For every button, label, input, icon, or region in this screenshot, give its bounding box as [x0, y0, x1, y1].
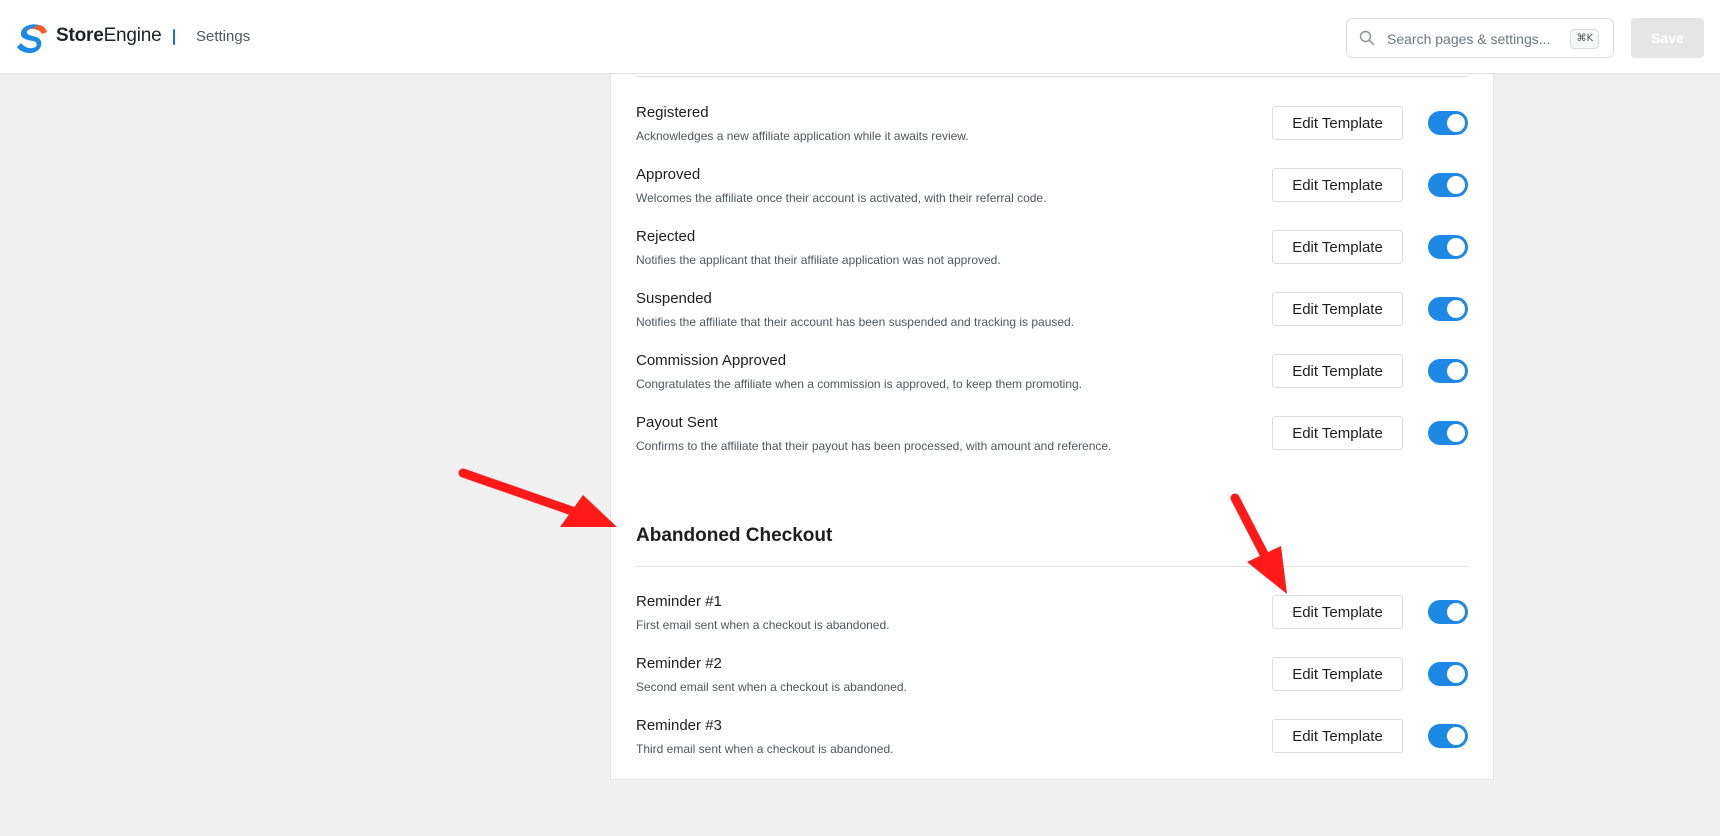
- email-description: Notifies the affiliate that their accoun…: [636, 315, 1075, 329]
- email-description: Third email sent when a checkout is aban…: [636, 742, 894, 756]
- enable-toggle[interactable]: [1428, 600, 1468, 624]
- save-button[interactable]: Save: [1631, 18, 1704, 58]
- edit-template-button[interactable]: Edit Template: [1272, 719, 1403, 753]
- toggle-knob: [1447, 300, 1465, 318]
- brand-separator: [173, 29, 175, 45]
- enable-toggle[interactable]: [1428, 359, 1468, 383]
- email-title: Suspended: [636, 290, 712, 307]
- edit-template-button[interactable]: Edit Template: [1272, 168, 1403, 202]
- email-row-rejected: Rejected Notifies the applicant that the…: [636, 228, 1468, 276]
- top-bar: StoreEngine Settings ⌘K Save: [0, 0, 1720, 74]
- brand-name-regular: Engine: [103, 25, 162, 46]
- toggle-knob: [1447, 238, 1465, 256]
- arrow-annotation-icon: [458, 468, 617, 527]
- enable-toggle[interactable]: [1428, 235, 1468, 259]
- enable-toggle[interactable]: [1428, 297, 1468, 321]
- email-row-payout-sent: Payout Sent Confirms to the affiliate th…: [636, 414, 1468, 462]
- email-title: Approved: [636, 166, 701, 183]
- enable-toggle[interactable]: [1428, 724, 1468, 748]
- brand-name-bold: Store: [56, 25, 104, 46]
- brand-name: StoreEngine: [56, 25, 162, 47]
- search-shortcut-badge: ⌘K: [1570, 29, 1599, 49]
- email-description: Second email sent when a checkout is aba…: [636, 680, 907, 694]
- search-box[interactable]: ⌘K: [1346, 18, 1614, 58]
- toggle-knob: [1447, 424, 1465, 442]
- email-row-suspended: Suspended Notifies the affiliate that th…: [636, 290, 1468, 338]
- edit-template-button[interactable]: Edit Template: [1272, 354, 1403, 388]
- top-divider: [636, 76, 1468, 77]
- email-description: Acknowledges a new affiliate application…: [636, 129, 969, 143]
- email-row-reminder-3: Reminder #3 Third email sent when a chec…: [636, 717, 1468, 765]
- email-settings-card: Registered Acknowledges a new affiliate …: [610, 74, 1494, 780]
- storeengine-logo-icon[interactable]: [15, 22, 49, 54]
- section-divider: [636, 566, 1468, 567]
- arrow-annotation-icon: [1230, 493, 1287, 594]
- toggle-knob: [1447, 665, 1465, 683]
- email-row-reminder-2: Reminder #2 Second email sent when a che…: [636, 655, 1468, 703]
- edit-template-button[interactable]: Edit Template: [1272, 416, 1403, 450]
- email-title: Payout Sent: [636, 414, 718, 431]
- email-title: Reminder #1: [636, 593, 722, 610]
- email-row-reminder-1: Reminder #1 First email sent when a chec…: [636, 593, 1468, 641]
- email-row-commission-approved: Commission Approved Congratulates the af…: [636, 352, 1468, 400]
- edit-template-button[interactable]: Edit Template: [1272, 106, 1403, 140]
- enable-toggle[interactable]: [1428, 421, 1468, 445]
- section-heading-abandoned-checkout: Abandoned Checkout: [636, 525, 833, 546]
- email-description: Notifies the applicant that their affili…: [636, 253, 1001, 267]
- enable-toggle[interactable]: [1428, 173, 1468, 197]
- edit-template-button[interactable]: Edit Template: [1272, 657, 1403, 691]
- email-title: Reminder #2: [636, 655, 722, 672]
- email-title: Commission Approved: [636, 352, 787, 369]
- email-description: Congratulates the affiliate when a commi…: [636, 377, 1083, 391]
- toggle-knob: [1447, 362, 1465, 380]
- email-row-approved: Approved Welcomes the affiliate once the…: [636, 166, 1468, 214]
- toggle-knob: [1447, 603, 1465, 621]
- enable-toggle[interactable]: [1428, 111, 1468, 135]
- email-row-registered: Registered Acknowledges a new affiliate …: [636, 104, 1468, 152]
- email-title: Reminder #3: [636, 717, 722, 734]
- enable-toggle[interactable]: [1428, 662, 1468, 686]
- toggle-knob: [1447, 727, 1465, 745]
- search-input[interactable]: [1387, 27, 1563, 51]
- search-icon: [1359, 30, 1375, 46]
- page-title: Settings: [196, 28, 251, 45]
- toggle-knob: [1447, 114, 1465, 132]
- toggle-knob: [1447, 176, 1465, 194]
- email-description: First email sent when a checkout is aban…: [636, 618, 890, 632]
- email-description: Confirms to the affiliate that their pay…: [636, 439, 1112, 453]
- edit-template-button[interactable]: Edit Template: [1272, 292, 1403, 326]
- edit-template-button[interactable]: Edit Template: [1272, 595, 1403, 629]
- email-title: Registered: [636, 104, 709, 121]
- email-title: Rejected: [636, 228, 696, 245]
- email-description: Welcomes the affiliate once their accoun…: [636, 191, 1047, 205]
- edit-template-button[interactable]: Edit Template: [1272, 230, 1403, 264]
